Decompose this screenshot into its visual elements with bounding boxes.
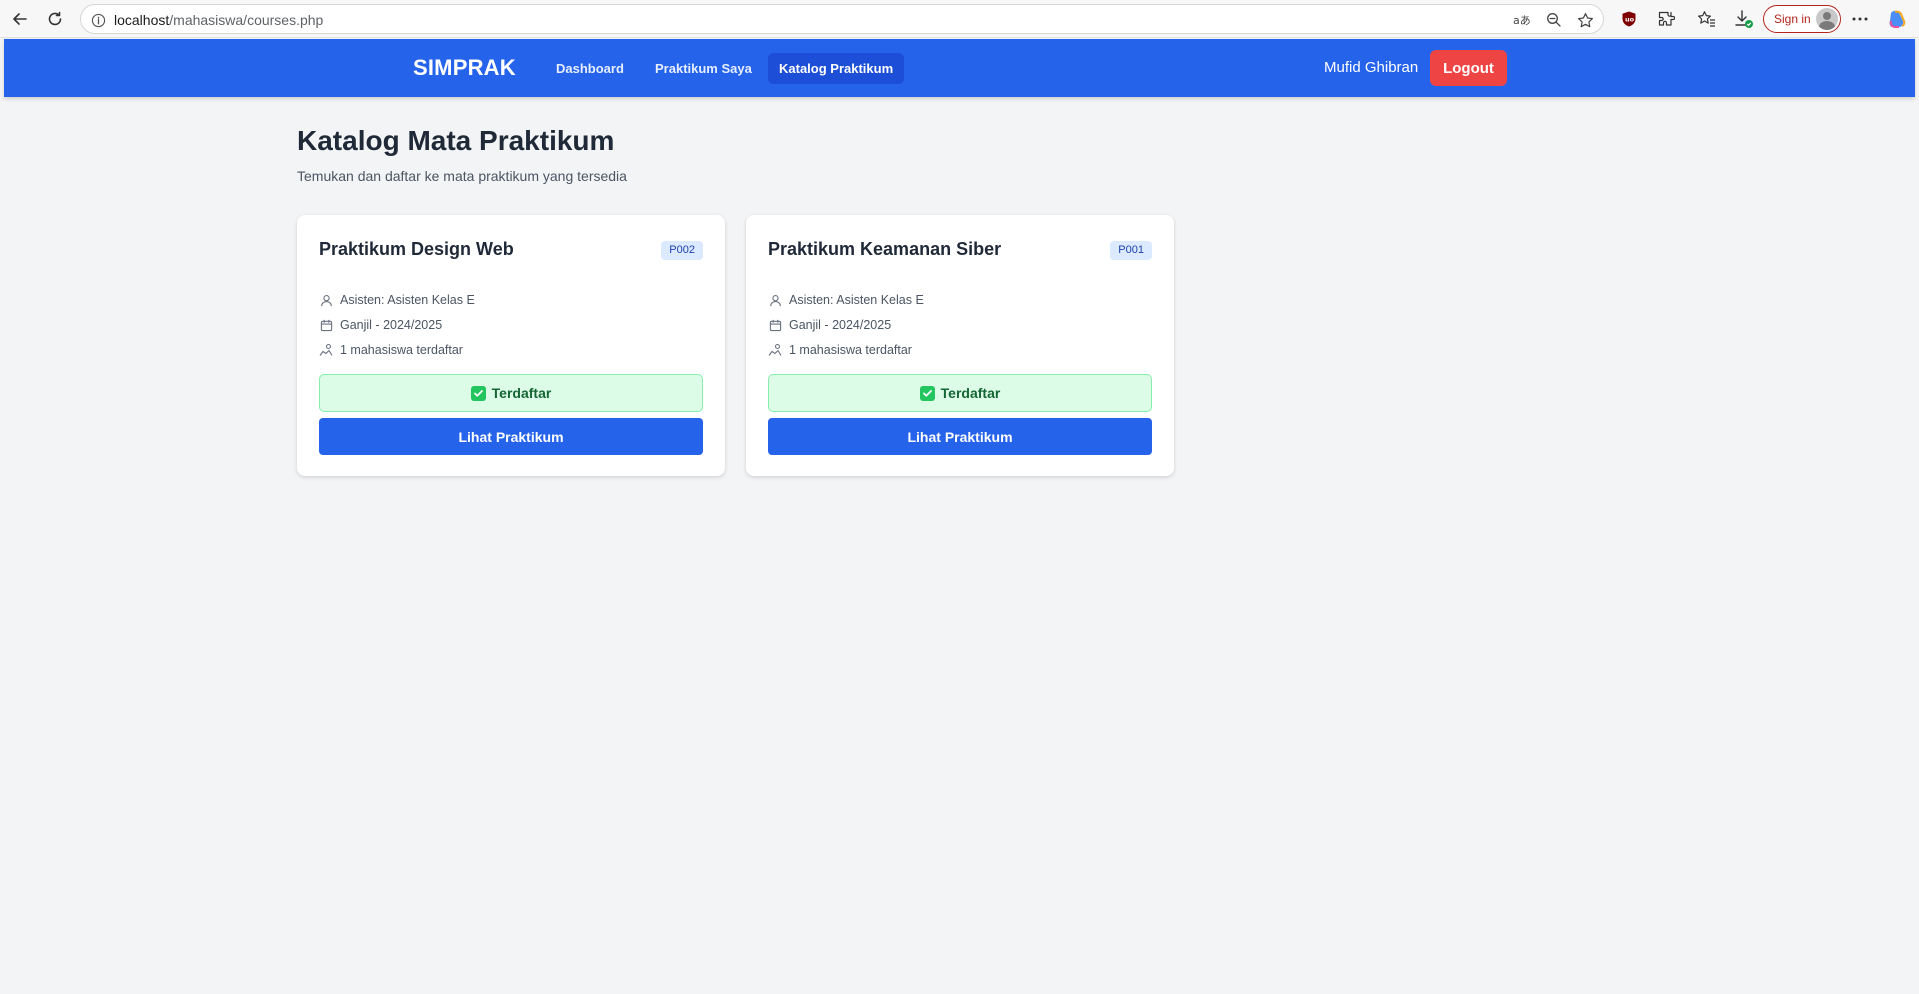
calendar-icon <box>768 318 782 332</box>
app-navbar: SIMPRAK Dashboard Praktikum Saya Katalog… <box>4 39 1915 97</box>
user-icon <box>768 293 782 307</box>
course-assistant-text: Asisten: Asisten Kelas E <box>789 293 924 307</box>
user-icon <box>319 293 333 307</box>
students-icon <box>768 343 782 357</box>
back-arrow-icon[interactable] <box>6 5 34 33</box>
course-code-badge: P001 <box>1110 241 1152 260</box>
page-subtitle: Temukan dan daftar ke mata praktikum yan… <box>297 168 627 184</box>
course-enrolled-text: 1 mahasiswa terdaftar <box>789 343 912 357</box>
copilot-icon[interactable] <box>1886 8 1908 30</box>
calendar-icon <box>319 318 333 332</box>
profile-avatar-icon <box>1816 8 1838 30</box>
nav-link-dashboard[interactable]: Dashboard <box>545 53 635 84</box>
students-icon <box>319 343 333 357</box>
registered-status: Terdaftar <box>768 374 1152 412</box>
nav-link-praktikum-saya[interactable]: Praktikum Saya <box>644 53 763 84</box>
sign-in-button[interactable]: Sign in <box>1763 5 1841 33</box>
url-path: /mahasiswa/courses.php <box>169 12 324 28</box>
extensions-icon[interactable] <box>1655 8 1677 30</box>
course-enrolled: 1 mahasiswa terdaftar <box>319 341 463 359</box>
favorites-icon[interactable] <box>1695 8 1717 30</box>
course-assistant: Asisten: Asisten Kelas E <box>768 291 924 309</box>
course-semester: Ganjil - 2024/2025 <box>768 316 891 334</box>
course-card: Praktikum Design Web P002 Asisten: Asist… <box>297 215 725 476</box>
course-enrolled: 1 mahasiswa terdaftar <box>768 341 912 359</box>
zoom-out-icon[interactable] <box>1544 10 1564 30</box>
view-course-button[interactable]: Lihat Praktikum <box>768 418 1152 455</box>
course-title: Praktikum Design Web <box>319 239 514 259</box>
course-assistant: Asisten: Asisten Kelas E <box>319 291 475 309</box>
course-title: Praktikum Keamanan Siber <box>768 239 1002 259</box>
course-semester-text: Ganjil - 2024/2025 <box>340 318 443 332</box>
more-icon[interactable] <box>1849 8 1871 30</box>
downloads-icon[interactable] <box>1733 8 1755 30</box>
checkmark-icon <box>470 385 486 401</box>
course-semester: Ganjil - 2024/2025 <box>319 316 442 334</box>
svg-text:uo: uo <box>1625 16 1635 24</box>
brand-logo[interactable]: SIMPRAK <box>413 55 516 81</box>
address-url: localhost/mahasiswa/courses.php <box>114 12 323 28</box>
registered-status-label: Terdaftar <box>940 385 1001 401</box>
registered-status-label: Terdaftar <box>491 385 552 401</box>
checkmark-icon <box>919 385 935 401</box>
course-enrolled-text: 1 mahasiswa terdaftar <box>340 343 463 357</box>
course-card: Praktikum Keamanan Siber P001 Asisten: A… <box>746 215 1174 476</box>
course-assistant-text: Asisten: Asisten Kelas E <box>340 293 475 307</box>
sign-in-label: Sign in <box>1774 12 1811 26</box>
nav-link-katalog-praktikum[interactable]: Katalog Praktikum <box>768 53 905 84</box>
browser-toolbar: localhost/mahasiswa/courses.php aあ uo Si… <box>0 0 1919 38</box>
favorite-star-icon[interactable] <box>1575 10 1595 30</box>
site-info-icon[interactable] <box>89 11 107 29</box>
url-host: localhost <box>114 12 170 28</box>
svg-text:aあ: aあ <box>1513 14 1531 27</box>
course-semester-text: Ganjil - 2024/2025 <box>789 318 892 332</box>
address-bar[interactable]: localhost/mahasiswa/courses.php aあ <box>80 4 1604 34</box>
reload-icon[interactable] <box>41 5 69 33</box>
course-code-badge: P002 <box>661 241 703 260</box>
view-course-button[interactable]: Lihat Praktikum <box>319 418 703 455</box>
logout-button[interactable]: Logout <box>1430 50 1507 86</box>
read-aloud-icon[interactable]: aあ <box>1512 10 1532 30</box>
user-name: Mufid Ghibran <box>1324 59 1419 76</box>
ublock-icon[interactable]: uo <box>1618 8 1640 30</box>
page-title: Katalog Mata Praktikum <box>297 125 615 156</box>
registered-status: Terdaftar <box>319 374 703 412</box>
